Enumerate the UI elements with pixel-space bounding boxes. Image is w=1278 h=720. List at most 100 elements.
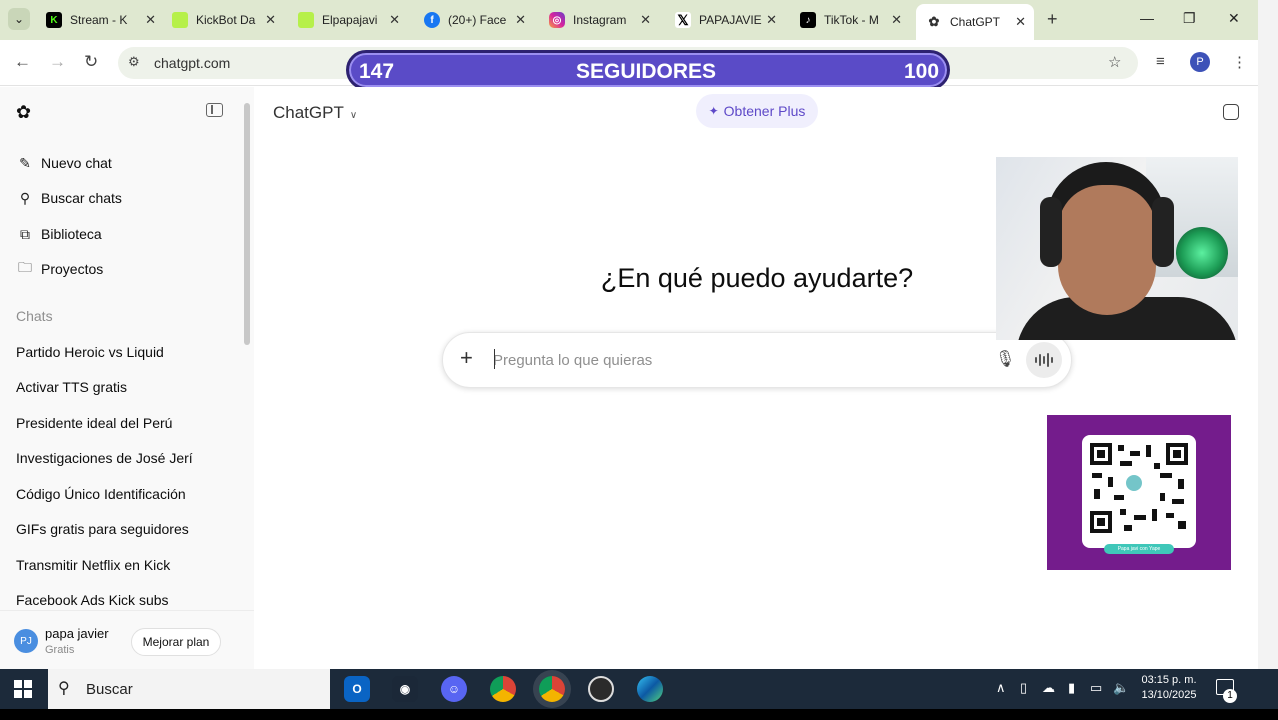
tray-device-icon[interactable]: ▯ <box>1020 680 1027 696</box>
close-icon[interactable]: ✕ <box>766 12 777 28</box>
tab-title: KickBot Da <box>196 13 256 27</box>
upgrade-plan-button[interactable]: Mejorar plan <box>131 628 221 656</box>
get-plus-button[interactable]: ✦ Obtener Plus <box>696 94 818 128</box>
tab-title: Instagram <box>573 13 627 27</box>
windows-start-icon[interactable] <box>14 680 32 698</box>
tiktok-icon: ♪ <box>800 12 816 28</box>
tab-facebook[interactable]: f (20+) Face ✕ <box>424 7 526 33</box>
close-window-icon[interactable]: ✕ <box>1228 10 1240 27</box>
qr-caption: Papa javi con Yape <box>1104 544 1174 554</box>
close-icon[interactable]: ✕ <box>265 12 276 28</box>
close-icon[interactable]: ✕ <box>891 12 902 28</box>
windows-taskbar: ⚲ Buscar O ◉ ☺ ∧ ▯ ☁ ▮ ▭ 🔈 03:15 p. m. 1… <box>0 669 1278 709</box>
browser-menu-icon[interactable]: ⋮ <box>1232 53 1247 71</box>
tray-chevron-up-icon[interactable]: ∧ <box>996 680 1006 696</box>
tab-instagram[interactable]: ◎ Instagram ✕ <box>549 7 651 33</box>
profile-avatar[interactable]: P <box>1190 52 1210 72</box>
headphone-right <box>1152 197 1174 267</box>
openai-logo-icon[interactable]: ✿ <box>16 102 36 122</box>
chrome-icon[interactable] <box>490 676 516 702</box>
chat-history-item[interactable]: Presidente ideal del Perú <box>16 415 172 431</box>
model-selector[interactable]: ChatGPT ∨ <box>273 103 357 123</box>
text-caret <box>494 349 495 369</box>
tab-elpapajavi[interactable]: Elpapajavi ✕ <box>298 7 400 33</box>
chat-history-item[interactable]: Código Único Identificación <box>16 486 186 502</box>
kick-green-icon <box>298 12 314 28</box>
webcam-green-light <box>1176 227 1228 279</box>
chrome-alt-icon[interactable] <box>539 676 565 702</box>
chats-section-label: Chats <box>16 308 53 324</box>
chatgpt-sidebar: ✿ ✎ Nuevo chat ⚲ Buscar chats ⧉ Bibliote… <box>0 87 254 669</box>
notification-count: 1 <box>1223 689 1237 703</box>
media-control-icon[interactable]: ≡ <box>1156 53 1165 70</box>
library-button[interactable]: ⧉ Biblioteca <box>16 223 102 245</box>
taskbar-search[interactable]: ⚲ Buscar <box>48 669 330 709</box>
followers-goal: 100 <box>904 60 940 83</box>
tab-title: TikTok - M <box>824 13 879 27</box>
sidebar-toggle-icon[interactable] <box>206 103 223 117</box>
prompt-composer: + 🎙 <box>442 332 1072 388</box>
microphone-tray-icon[interactable]: ▮ <box>1068 680 1075 696</box>
projects-button[interactable]: 🗀 Proyectos <box>16 258 103 280</box>
tab-stream-kick[interactable]: K Stream - K ✕ <box>46 7 156 33</box>
new-tab-plus-icon[interactable]: + <box>1047 9 1058 30</box>
minimize-icon[interactable]: — <box>1140 10 1154 26</box>
yape-qr-overlay: Papa javi con Yape <box>1047 415 1231 570</box>
chat-history-item[interactable]: Partido Heroic vs Liquid <box>16 344 164 360</box>
user-account-bar[interactable]: PJ papa javier Gratis Mejorar plan <box>0 610 254 669</box>
back-arrow-icon[interactable]: ← <box>14 52 31 72</box>
tab-title: (20+) Face <box>448 13 507 27</box>
close-icon[interactable]: ✕ <box>640 12 651 28</box>
sidebar-scrollbar[interactable] <box>244 103 250 345</box>
tab-x-papajavier[interactable]: 𝕏 PAPAJAVIE ✕ <box>675 7 777 33</box>
close-icon[interactable]: ✕ <box>389 12 400 28</box>
prompt-input[interactable] <box>493 349 973 371</box>
get-plus-label: Obtener Plus <box>723 103 806 119</box>
window-edge <box>1258 0 1278 669</box>
headphone-left <box>1040 197 1062 267</box>
library-icon: ⧉ <box>20 225 30 242</box>
tab-tiktok[interactable]: ♪ TikTok - M ✕ <box>800 7 902 33</box>
attach-plus-icon[interactable]: + <box>460 345 473 371</box>
restore-icon[interactable]: ❐ <box>1183 10 1196 27</box>
avatar[interactable]: PJ <box>14 629 38 653</box>
microphone-icon[interactable]: 🎙 <box>995 349 1015 369</box>
outlook-icon[interactable]: O <box>344 676 370 702</box>
obs-icon[interactable] <box>588 676 614 702</box>
headline-text: ¿En qué puedo ayudarte? <box>600 263 914 293</box>
volume-icon[interactable]: 🔈 <box>1113 680 1129 696</box>
system-clock[interactable]: 03:15 p. m. 13/10/2025 <box>1134 673 1204 703</box>
network-icon[interactable]: ▭ <box>1090 680 1102 696</box>
chat-history-item[interactable]: GIFs gratis para seguidores <box>16 521 189 537</box>
reload-icon[interactable]: ↻ <box>84 52 98 72</box>
tab-title: PAPAJAVIE <box>699 13 762 27</box>
chatgpt-icon: ✿ <box>926 14 942 30</box>
new-chat-label: Nuevo chat <box>41 155 112 171</box>
tab-title: ChatGPT <box>950 15 1001 29</box>
close-icon[interactable]: ✕ <box>1015 14 1026 30</box>
tab-search-chevron-icon[interactable]: ⌄ <box>8 8 30 30</box>
new-chat-button[interactable]: ✎ Nuevo chat <box>16 152 112 174</box>
chat-history-item[interactable]: Investigaciones de José Jerí <box>16 450 193 466</box>
tab-chatgpt[interactable]: ✿ ChatGPT ✕ <box>916 4 1034 40</box>
site-info-icon[interactable]: ⚙ <box>128 54 140 70</box>
tab-title: Stream - K <box>70 13 128 27</box>
tab-kickbot[interactable]: KickBot Da ✕ <box>172 7 276 33</box>
kickbot-icon <box>172 12 188 28</box>
voice-mode-button[interactable] <box>1026 342 1062 378</box>
close-icon[interactable]: ✕ <box>145 12 156 28</box>
chat-history-item[interactable]: Activar TTS gratis <box>16 379 127 395</box>
chat-history-item[interactable]: Facebook Ads Kick subs <box>16 592 169 608</box>
edge-icon[interactable] <box>637 676 663 702</box>
search-chats-button[interactable]: ⚲ Buscar chats <box>16 187 122 209</box>
user-plan: Gratis <box>45 644 75 656</box>
steam-icon[interactable]: ◉ <box>392 676 418 702</box>
discord-icon[interactable]: ☺ <box>441 676 467 702</box>
folder-icon: 🗀 <box>18 259 32 275</box>
cloud-icon[interactable]: ☁ <box>1042 680 1055 696</box>
bookmark-star-icon[interactable]: ☆ <box>1108 53 1121 71</box>
close-icon[interactable]: ✕ <box>515 12 526 28</box>
temporary-chat-icon[interactable] <box>1223 104 1239 120</box>
chat-history-item[interactable]: Transmitir Netflix en Kick <box>16 557 170 573</box>
forward-arrow-icon[interactable]: → <box>49 52 66 72</box>
